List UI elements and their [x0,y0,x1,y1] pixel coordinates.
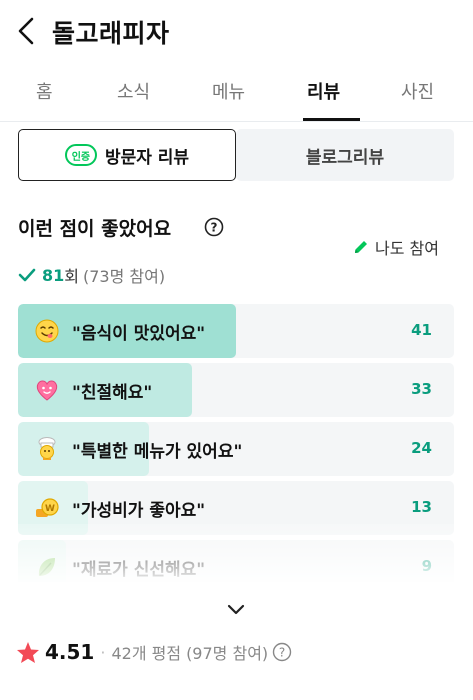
review-keyword-count: 41 [411,321,432,339]
review-keyword-count: 33 [411,380,432,398]
chevron-down-icon [227,604,245,615]
tab-bar: 홈 소식 메뉴 리뷰 사진 [0,72,473,122]
keyword-count-unit: 회 [64,267,79,286]
heart-face-icon [36,380,58,401]
rating-count: 42개 평점 [111,644,182,663]
chevron-left-icon [18,17,34,45]
help-icon[interactable]: ? [272,642,292,662]
svg-text:?: ? [211,221,218,235]
blog-review-label: 블로그리뷰 [305,147,385,168]
rating-summary: 4.51 · 42개 평점 (97명 참여) ? [16,640,292,664]
app-header: 돌고래피자 [0,0,473,62]
blog-review-button[interactable]: 블로그리뷰 [236,129,454,181]
list-item: "특별한 메뉴가 있어요" 24 [18,422,454,476]
list-item: W "가성비가 좋아요" 13 [18,481,454,535]
keyword-count: 81 [42,265,65,285]
help-icon[interactable]: ? [204,217,224,237]
review-keyword-label: "가성비가 좋아요" [72,501,206,521]
star-icon [17,641,39,663]
keyword-review-list: "음식이 맛있어요" 41 "친절해요" 33 "특별한 메뉴가 있어요" 24 [18,304,454,582]
review-keyword-count: 13 [411,498,432,516]
visitor-review-button[interactable]: 인증 방문자 리뷰 [18,129,236,181]
keyword-participants: (73명 참여) [83,267,166,286]
pencil-icon [355,241,367,253]
tab-photos[interactable]: 사진 [401,78,434,104]
review-keyword-count: 9 [421,557,432,575]
review-keyword-label: "친절해요" [72,383,153,403]
yum-face-icon [35,319,59,343]
me-too-label: 나도 참여 [375,239,439,258]
me-too-button[interactable]: 나도 참여 [352,235,439,259]
list-item: "음식이 맛있어요" 41 [18,304,454,358]
review-keyword-count: 24 [411,439,432,457]
review-keyword-label: "음식이 맛있어요" [72,324,206,344]
svg-text:W: W [45,504,55,514]
visitor-review-label: 방문자 리뷰 [104,147,190,168]
page-title: 돌고래피자 [52,19,170,48]
section-title: 이런 점이 좋았어요 [18,218,172,240]
rating-score: 4.51 [45,640,95,664]
review-keyword-label: "재료가 신선해요" [72,560,206,580]
tab-reviews[interactable]: 리뷰 [307,78,340,104]
rating-participants: (97명 참여) [186,644,269,663]
leaf-icon [38,558,55,576]
separator-dot: · [100,642,106,662]
back-button[interactable] [14,16,40,46]
expand-button[interactable] [224,600,248,620]
tab-menu[interactable]: 메뉴 [212,78,245,104]
verified-badge-icon: 인증 [64,144,97,166]
participation-count: 81 회 (73명 참여) [18,263,165,287]
coin-icon: W [36,498,59,517]
svg-text:?: ? [279,646,285,660]
review-keyword-label: "특별한 메뉴가 있어요" [72,442,243,462]
tab-news[interactable]: 소식 [117,78,150,104]
list-item: "재료가 신선해요" 9 [18,540,454,582]
active-tab-indicator [303,118,360,121]
list-item: "친절해요" 33 [18,363,454,417]
chef-icon [38,437,56,460]
check-icon [18,268,36,282]
tab-home[interactable]: 홈 [36,78,53,104]
